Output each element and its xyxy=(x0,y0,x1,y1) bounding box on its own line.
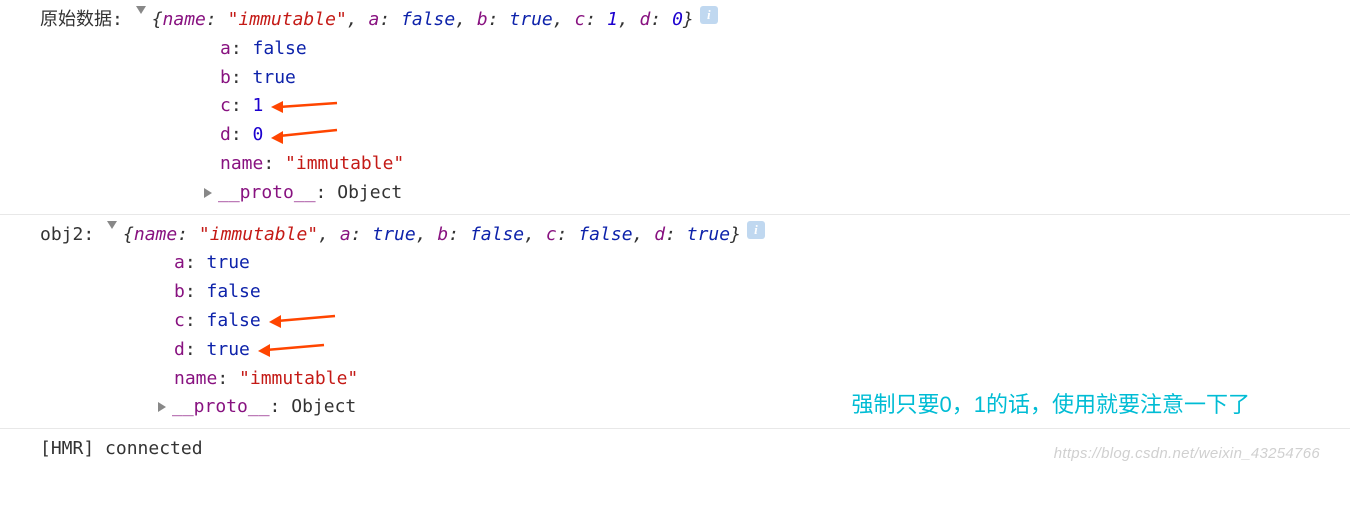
property-row[interactable]: c: 1 xyxy=(220,92,263,121)
object-summary[interactable]: {name: "immutable", a: false, b: true, c… xyxy=(152,6,694,35)
expand-triangle-icon[interactable] xyxy=(204,188,212,198)
log-message: [HMR] connected xyxy=(40,438,203,459)
property-row[interactable]: c: false xyxy=(174,307,261,336)
arrow-annotation-icon xyxy=(269,126,339,146)
arrow-annotation-icon xyxy=(256,340,326,360)
log-label: obj2: xyxy=(40,221,94,250)
object-summary[interactable]: {name: "immutable", a: true, b: false, c… xyxy=(123,221,741,250)
expand-triangle-icon[interactable] xyxy=(107,221,117,229)
annotation-text: 强制只要0，1的话，使用就要注意一下了 xyxy=(852,390,1250,421)
arrow-annotation-icon xyxy=(269,97,339,117)
log-label: 原始数据: xyxy=(40,6,123,35)
property-row[interactable]: b: true xyxy=(220,64,1350,93)
info-icon[interactable]: i xyxy=(747,221,765,239)
property-row[interactable]: name: "immutable" xyxy=(220,150,1350,179)
info-icon[interactable]: i xyxy=(700,6,718,24)
property-row[interactable]: d: true xyxy=(174,336,250,365)
property-row[interactable]: a: false xyxy=(220,35,1350,64)
watermark-text: https://blog.csdn.net/weixin_43254766 xyxy=(1054,442,1320,466)
proto-row[interactable]: __proto__: Object xyxy=(202,179,1350,208)
expand-triangle-icon[interactable] xyxy=(158,402,166,412)
arrow-annotation-icon xyxy=(267,311,337,331)
property-row[interactable]: b: false xyxy=(174,278,1350,307)
property-row[interactable]: d: 0 xyxy=(220,121,263,150)
property-row[interactable]: a: true xyxy=(174,249,1350,278)
console-log-entry-1: 原始数据: {name: "immutable", a: false, b: t… xyxy=(0,0,1350,215)
object-properties: a: false b: true c: 1 d: 0 name: "immuta… xyxy=(220,35,1350,208)
expand-triangle-icon[interactable] xyxy=(136,6,146,14)
